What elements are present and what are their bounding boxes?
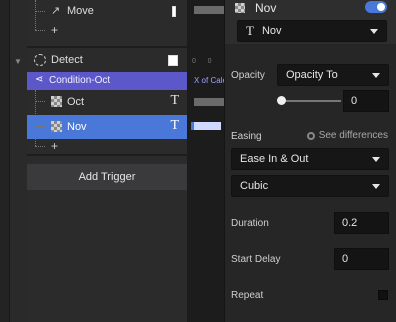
opacity-slider-track[interactable] xyxy=(281,100,341,102)
target-select[interactable]: T Nov xyxy=(237,20,387,42)
divider xyxy=(27,46,187,48)
info-icon xyxy=(306,131,315,140)
opacity-slider-handle[interactable] xyxy=(277,96,286,105)
add-trigger-button[interactable]: Add Trigger xyxy=(27,164,187,190)
easing-curve-select[interactable]: Cubic xyxy=(231,175,389,197)
timeline-bar-selected[interactable] xyxy=(191,122,221,130)
layer-thumbnail-icon xyxy=(51,96,62,107)
opacity-label: Opacity xyxy=(231,70,265,81)
add-action-button[interactable]: + xyxy=(51,140,58,152)
tree-item-condition[interactable]: ⋖ Condition-Oct xyxy=(27,72,187,90)
tree-indent-gutter: ▼ xyxy=(10,0,27,322)
color-swatch[interactable] xyxy=(168,55,178,66)
tree-item-move[interactable]: ↗ Move xyxy=(27,0,187,24)
timeline-bar[interactable] xyxy=(194,98,224,106)
timeline-track-label: X of Cale xyxy=(194,76,224,85)
text-layer-icon: T xyxy=(170,93,179,108)
see-differences-link[interactable]: See differences xyxy=(306,130,388,141)
add-action-button[interactable]: + xyxy=(51,24,58,36)
opacity-value-input[interactable]: 0 xyxy=(343,90,389,112)
chevron-down-icon xyxy=(372,73,380,78)
start-delay-input[interactable]: 0 xyxy=(334,248,389,270)
triggers-tree: ↗ Move + Detect ⋖ Condition-Oct Oct T No… xyxy=(27,0,187,322)
chevron-down-icon xyxy=(372,157,380,162)
collapse-arrow-icon[interactable]: ▼ xyxy=(14,57,22,66)
repeat-label: Repeat xyxy=(231,290,264,301)
tree-item-detect[interactable]: Detect xyxy=(27,49,187,73)
tree-item-nov[interactable]: Nov T xyxy=(27,115,187,139)
tree-item-oct[interactable]: Oct T xyxy=(27,90,187,114)
detect-icon xyxy=(34,54,46,66)
chevron-down-icon xyxy=(370,29,378,34)
properties-panel: Nov T Nov Opacity Opacity To 0 Easing Se… xyxy=(224,0,396,322)
condition-icon: ⋖ xyxy=(35,74,44,85)
move-icon: ↗ xyxy=(51,5,61,17)
opacity-mode-select[interactable]: Opacity To xyxy=(277,64,389,86)
chevron-down-icon xyxy=(372,184,380,189)
duration-label: Duration xyxy=(231,218,269,229)
easing-type-select[interactable]: Ease In & Out xyxy=(231,148,389,170)
timeline-strip[interactable]: 0 0 X of Cale xyxy=(188,0,224,322)
start-delay-label: Start Delay xyxy=(231,254,281,265)
color-swatch[interactable] xyxy=(172,6,176,17)
easing-label: Easing xyxy=(231,131,262,142)
panel-title: Nov xyxy=(255,1,277,15)
divider xyxy=(27,154,187,156)
tree-item-label: Nov xyxy=(67,121,87,133)
timeline-bar[interactable] xyxy=(194,6,224,14)
layer-thumbnail-icon xyxy=(235,3,245,13)
duration-input[interactable]: 0.2 xyxy=(334,212,389,234)
tree-item-label: Move xyxy=(67,5,94,17)
timeline-ruler: 0 0 xyxy=(192,58,212,65)
text-layer-icon: T xyxy=(170,118,179,133)
repeat-checkbox[interactable] xyxy=(378,290,388,300)
tree-item-label: Oct xyxy=(67,96,85,108)
properties-header: Nov T Nov xyxy=(225,0,396,44)
text-layer-icon: T xyxy=(246,23,254,38)
left-gutter xyxy=(0,0,10,322)
enable-toggle[interactable] xyxy=(365,1,387,13)
tree-item-label: Detect xyxy=(51,54,83,66)
tree-item-label: Condition-Oct xyxy=(49,75,111,86)
layer-thumbnail-icon xyxy=(51,121,62,132)
